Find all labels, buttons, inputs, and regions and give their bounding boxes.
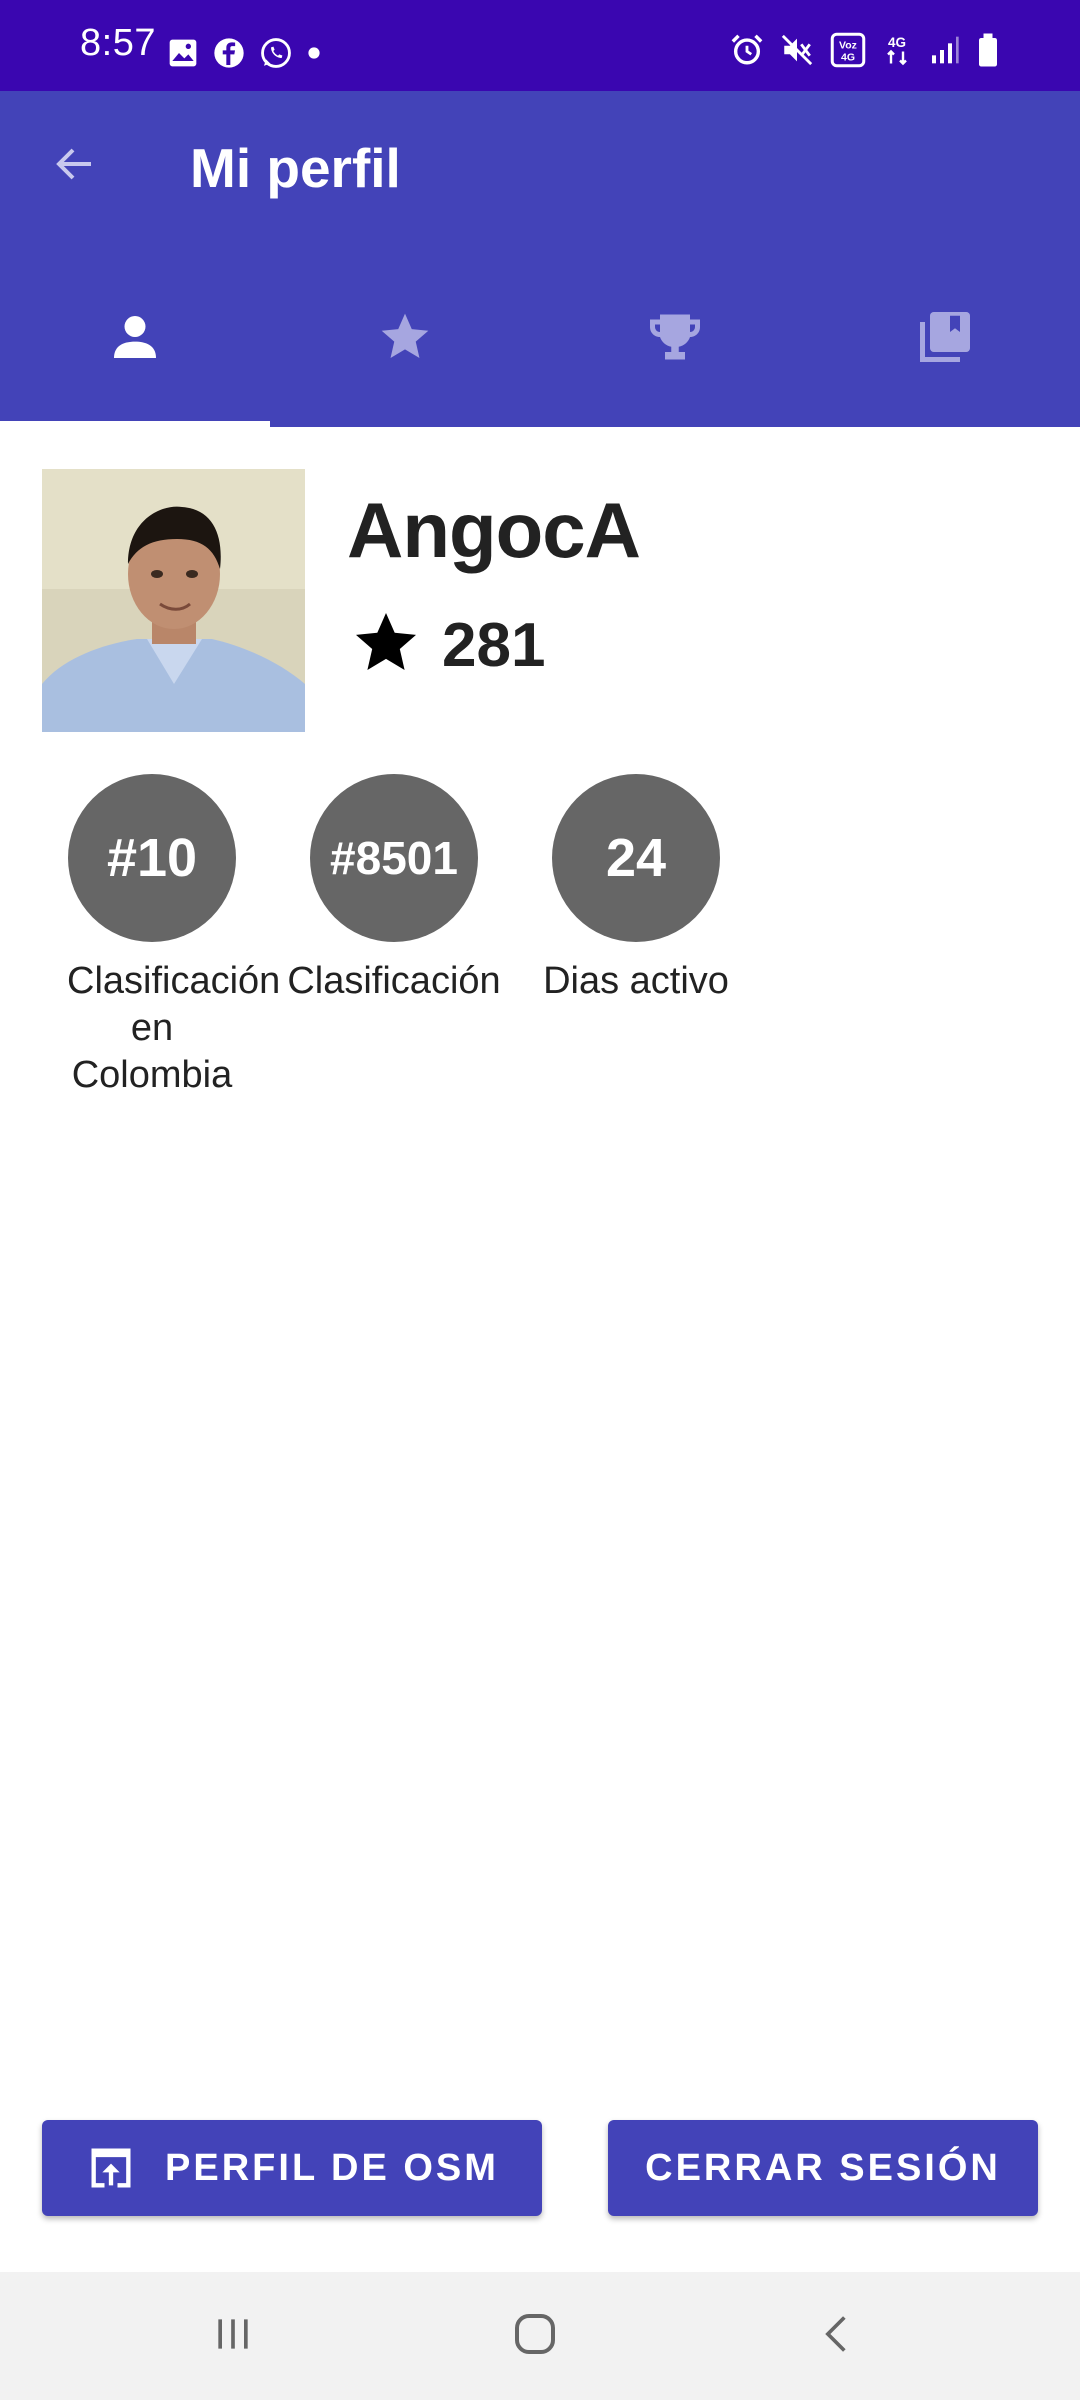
facebook-icon <box>213 37 245 74</box>
arrow-back-icon <box>51 140 99 193</box>
open-in-browser-icon <box>85 2142 137 2194</box>
tab-bar <box>0 251 1080 427</box>
tab-favorites[interactable] <box>270 251 540 427</box>
image-icon <box>167 37 199 74</box>
points: 281 <box>350 607 545 684</box>
whatsapp-icon <box>259 36 293 75</box>
stat-global-rank: #8501 Clasificación <box>279 774 509 1005</box>
mute-icon <box>780 33 814 72</box>
page-title: Mi perfil <box>190 137 401 199</box>
osm-profile-button[interactable]: PERFIL DE OSM <box>42 2120 542 2216</box>
library-icon <box>915 307 975 372</box>
home-button[interactable] <box>455 2272 615 2400</box>
nav-back-button[interactable] <box>757 2272 917 2400</box>
stat-badge: 24 <box>552 774 720 942</box>
star-icon <box>377 309 433 370</box>
trophy-icon <box>645 307 705 372</box>
tab-profile[interactable] <box>0 251 270 427</box>
back-button[interactable] <box>40 131 110 201</box>
svg-text:4G: 4G <box>841 52 855 64</box>
status-time: 8:57 <box>80 22 156 64</box>
alarm-icon <box>730 33 764 72</box>
stat-label: Dias activo <box>543 960 729 1002</box>
points-value: 281 <box>442 611 546 680</box>
logout-label: CERRAR SESIÓN <box>645 2146 1001 2189</box>
star-icon <box>350 607 422 684</box>
notification-icons <box>167 36 321 75</box>
4g-icon: 4G <box>882 32 912 73</box>
home-icon <box>511 2310 559 2363</box>
stat-label: Clasificación <box>287 960 501 1002</box>
dot-icon <box>307 46 321 65</box>
tab-library[interactable] <box>810 251 1080 427</box>
back-icon <box>815 2312 859 2361</box>
username: AngocA <box>347 486 641 574</box>
volte-icon: Voz 4G <box>830 32 866 73</box>
status-bar: 8:57 Voz 4G 4G <box>0 0 1080 91</box>
avatar <box>42 469 305 732</box>
tab-indicator <box>0 421 270 427</box>
signal-icon <box>928 34 960 71</box>
stat-label: Clasificación en Colombia <box>67 960 281 1096</box>
osm-profile-label: PERFIL DE OSM <box>165 2146 499 2189</box>
tab-achievements[interactable] <box>540 251 810 427</box>
svg-text:Voz: Voz <box>839 40 857 52</box>
app-bar: Mi perfil <box>0 91 1080 427</box>
system-nav-bar <box>0 2272 1080 2400</box>
recents-icon <box>211 2312 255 2361</box>
stat-active-days: 24 Dias activo <box>521 774 751 1005</box>
system-status-icons: Voz 4G 4G <box>730 32 1000 73</box>
stat-badge: #8501 <box>310 774 478 942</box>
stat-badge: #10 <box>68 774 236 942</box>
person-icon <box>107 309 163 370</box>
svg-text:4G: 4G <box>888 35 906 50</box>
battery-icon <box>976 32 1000 73</box>
stat-country-rank: #10 Clasificación en Colombia <box>37 774 281 1099</box>
logout-button[interactable]: CERRAR SESIÓN <box>608 2120 1038 2216</box>
recents-button[interactable] <box>153 2272 313 2400</box>
